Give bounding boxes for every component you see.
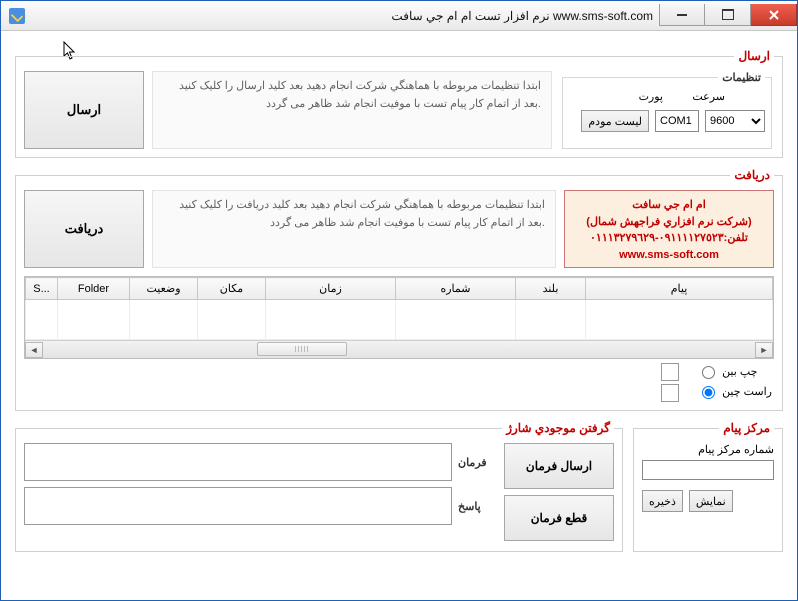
speed-label: سرعت [692,90,725,103]
message-center-group: مرکز پيام شماره مرکز پيام نمايش ذخيره [633,421,783,552]
window-title: نرم افزار تست ام ام جي سافت www.sms-soft… [31,9,659,23]
grid-header[interactable]: وضعيت [130,278,198,300]
port-input[interactable] [655,110,699,132]
app-icon [3,2,31,30]
receive-group: دریافت دریافت ابتدا تنظیمات مربوطه با هم… [15,168,783,411]
grid-hscroll[interactable]: ◄ ► [25,340,773,358]
scroll-thumb[interactable] [257,342,347,356]
send-legend: ارسال [734,49,774,63]
msgcenter-show-button[interactable]: نمايش [689,490,733,512]
receive-instructions: ابتدا تنظیمات مربوطه با هماهنگي شرکت انج… [152,190,556,268]
receive-button[interactable]: دریافت [24,190,144,268]
msgcenter-label: شماره مرکز پيام [642,443,774,456]
scroll-right-icon[interactable]: ► [755,342,773,358]
charge-group: گرفتن موجودي شارژ فرمان پاسخ ارسال ف [15,421,623,552]
grid-header[interactable]: Folder [58,278,130,300]
send-button[interactable]: ارسال [24,71,144,149]
minimize-button[interactable] [659,4,705,26]
table-row[interactable] [26,300,773,340]
answer-output [24,487,452,525]
answer-label: پاسخ [458,500,496,513]
alignment-radios: چپ بين راست چين [697,363,772,399]
send-instructions: ابتدا تنظیمات مربوطه با هماهنگي شرکت انج… [152,71,552,149]
settings-legend: تنظیمات [718,71,765,84]
msgcenter-save-button[interactable]: ذخيره [642,490,683,512]
grid-header[interactable]: بلند [516,278,586,300]
grid-header[interactable]: مکان [198,278,266,300]
stop-command-button[interactable]: قطع فرمان [504,495,614,541]
send-group: ارسال ارسال ابتدا تنظیمات مربوطه با هماه… [15,49,783,158]
msgcenter-input[interactable] [642,460,774,480]
receive-legend: دریافت [730,168,774,182]
company-info: ام ام جي سافت (شرکت نرم افزاري فراجهش شم… [564,190,774,268]
align-right-radio[interactable]: راست چين [697,383,772,399]
port-label: پورت [639,90,663,103]
titlebar: نرم افزار تست ام ام جي سافت www.sms-soft… [1,1,797,31]
messages-grid[interactable]: S... Folder وضعيت مکان زمان شماره بلند پ… [24,276,774,359]
command-input[interactable] [24,443,452,481]
scroll-left-icon[interactable]: ◄ [25,342,43,358]
grid-header[interactable]: شماره [396,278,516,300]
align-left-radio[interactable]: چپ بين [697,363,757,379]
close-button[interactable] [751,4,797,26]
align-mini-input-1[interactable] [661,363,679,381]
settings-group: تنظیمات پورت سرعت ليست مودم 9600 [562,71,772,149]
msgcenter-legend: مرکز پيام [719,421,774,435]
maximize-button[interactable] [705,4,751,26]
charge-legend: گرفتن موجودي شارژ [502,421,614,435]
speed-select[interactable]: 9600 [705,110,765,132]
align-mini-input-2[interactable] [661,384,679,402]
grid-header[interactable]: S... [26,278,58,300]
send-command-button[interactable]: ارسال فرمان [504,443,614,489]
command-label: فرمان [458,456,496,469]
grid-header[interactable]: پيام [586,278,773,300]
grid-header[interactable]: زمان [266,278,396,300]
modem-list-button[interactable]: ليست مودم [581,110,649,132]
